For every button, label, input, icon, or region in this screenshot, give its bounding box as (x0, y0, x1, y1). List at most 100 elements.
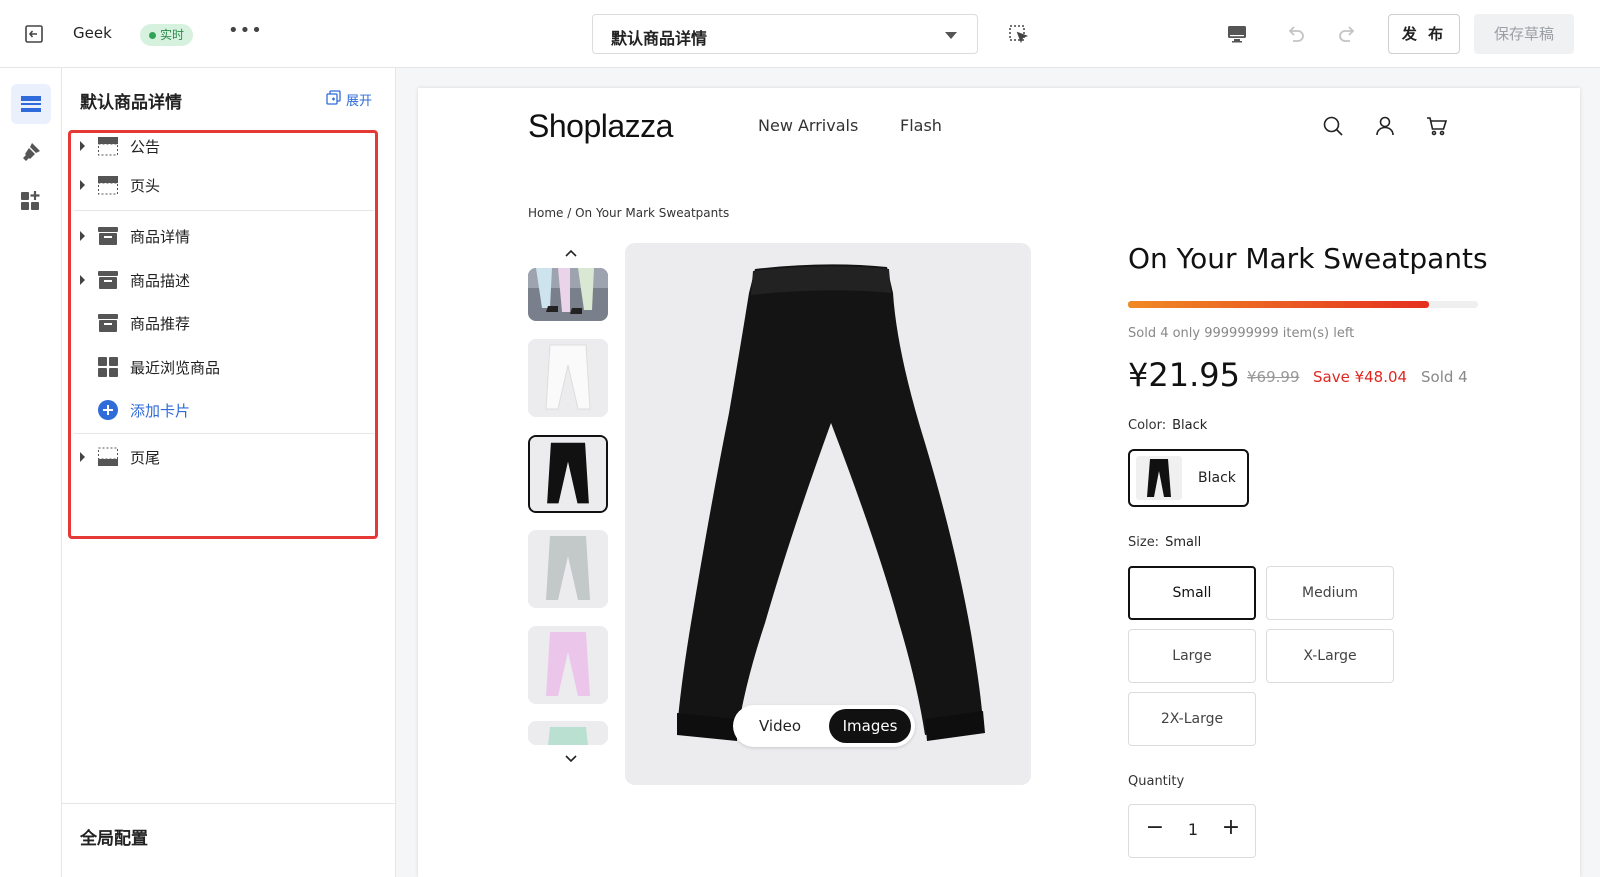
size-option-label: Size: Small (1128, 535, 1201, 550)
editor-icon-rail (0, 68, 62, 877)
product-price: ¥21.95 (1128, 356, 1240, 394)
product-main-image[interactable]: Video Images (625, 243, 1031, 785)
size-label: Size: (1128, 535, 1160, 550)
sales-progress-bar (1128, 301, 1478, 308)
store-logo[interactable]: Shoplazza (528, 108, 673, 145)
color-swatch-image (1136, 456, 1182, 500)
more-options-icon[interactable]: ••• (228, 20, 263, 41)
product-thumbnail[interactable] (528, 530, 608, 608)
cart-icon[interactable] (1425, 114, 1449, 138)
header-layout-icon (98, 176, 118, 195)
expand-arrow-icon[interactable] (80, 231, 85, 241)
account-icon[interactable] (1373, 114, 1397, 138)
element-picker-icon[interactable] (1006, 22, 1030, 46)
global-config-label: 全局配置 (80, 829, 148, 849)
expand-arrow-icon[interactable] (80, 141, 85, 151)
chevron-down-icon[interactable] (564, 754, 578, 764)
stock-text: Sold 4 only 999999999 item(s) left (1128, 326, 1355, 341)
nav-link-flash[interactable]: Flash (900, 116, 942, 135)
quantity-decrease-button[interactable]: − (1145, 815, 1165, 840)
media-toggle: Video Images (733, 705, 915, 747)
chevron-up-icon[interactable] (564, 248, 578, 258)
size-value: Small (1165, 535, 1202, 550)
video-toggle-button[interactable]: Video (739, 709, 821, 743)
quantity-label: Quantity (1128, 774, 1185, 789)
footer-layout-icon (98, 447, 118, 466)
section-label: 商品描述 (130, 272, 191, 290)
nav-link-new-arrivals[interactable]: New Arrivals (758, 116, 858, 135)
theme-style-brush-icon[interactable] (11, 132, 51, 172)
search-icon[interactable] (1321, 114, 1345, 138)
publish-button[interactable]: 发 布 (1388, 14, 1460, 54)
product-section-icon (98, 314, 118, 332)
section-row-product-recommendations[interactable]: 商品推荐 (74, 305, 374, 341)
section-label: 公告 (130, 138, 161, 156)
breadcrumb[interactable]: Home / On Your Mark Sweatpants (528, 206, 729, 220)
size-button-small[interactable]: Small (1128, 566, 1256, 620)
panel-title: 默认商品详情 (80, 93, 182, 113)
section-label: 页尾 (130, 449, 161, 467)
savings-text: Save ¥48.04 (1313, 368, 1408, 386)
product-thumbnail[interactable] (528, 721, 608, 745)
product-section-icon (98, 271, 118, 289)
product-thumbnail[interactable] (528, 626, 608, 704)
product-section-icon (98, 227, 118, 245)
product-thumbnail-selected[interactable] (528, 435, 608, 513)
images-toggle-button[interactable]: Images (829, 709, 911, 743)
color-swatch-black[interactable]: Black (1128, 449, 1249, 507)
template-select[interactable]: 默认商品详情 (592, 14, 978, 54)
section-row-recently-viewed[interactable]: 最近浏览商品 (74, 349, 374, 385)
compare-at-price: ¥69.99 (1247, 368, 1300, 386)
redo-icon[interactable] (1336, 22, 1360, 46)
add-card-button[interactable]: 添加卡片 (74, 392, 374, 428)
quantity-stepper: − 1 + (1128, 804, 1256, 858)
expand-icon (326, 90, 341, 105)
expand-all-button[interactable]: 展开 (326, 90, 372, 109)
store-name: Geek (73, 24, 112, 42)
quantity-value[interactable]: 1 (1183, 820, 1203, 839)
sweatpants-image (677, 264, 985, 741)
global-config-row[interactable]: 全局配置 (62, 803, 396, 877)
quantity-increase-button[interactable]: + (1221, 815, 1241, 840)
section-divider (74, 433, 374, 434)
section-row-announcement[interactable]: 公告 (74, 128, 374, 164)
announcement-layout-icon (98, 137, 118, 156)
color-swatch-label: Black (1198, 470, 1236, 486)
save-draft-button[interactable]: 保存草稿 (1474, 14, 1574, 54)
sold-count: Sold 4 (1421, 368, 1468, 386)
section-label: 商品详情 (130, 228, 191, 246)
size-button-large[interactable]: Large (1128, 629, 1256, 683)
section-label: 商品推荐 (130, 315, 191, 333)
undo-icon[interactable] (1283, 22, 1307, 46)
size-button-2x-large[interactable]: 2X-Large (1128, 692, 1256, 746)
grid-section-icon (98, 357, 118, 377)
template-select-value: 默认商品详情 (611, 29, 708, 48)
apps-add-icon[interactable] (11, 180, 51, 220)
sections-panel: 默认商品详情 展开 公告 页头 商品详情 商品描述 商品推荐 最近浏览商品 添加… (62, 68, 396, 877)
color-option-label: Color: Black (1128, 418, 1207, 433)
live-status-badge: 实时 (140, 24, 194, 46)
store-preview: Shoplazza New Arrivals Flash Home / On Y… (418, 88, 1580, 877)
product-thumbnail[interactable] (528, 339, 608, 417)
size-button-medium[interactable]: Medium (1266, 566, 1394, 620)
add-circle-icon (98, 400, 118, 420)
color-label: Color: (1128, 418, 1167, 433)
add-card-label: 添加卡片 (130, 402, 191, 420)
expand-arrow-icon[interactable] (80, 452, 85, 462)
size-button-x-large[interactable]: X-Large (1266, 629, 1394, 683)
expand-arrow-icon[interactable] (80, 180, 85, 190)
desktop-view-icon[interactable] (1225, 22, 1249, 46)
section-row-product-description[interactable]: 商品描述 (74, 262, 374, 298)
section-row-header[interactable]: 页头 (74, 167, 374, 203)
chevron-down-icon (945, 32, 957, 39)
section-label: 最近浏览商品 (130, 359, 221, 377)
expand-arrow-icon[interactable] (80, 275, 85, 285)
exit-editor-icon[interactable] (22, 22, 46, 46)
top-bar: Geek 实时 ••• 默认商品详情 发 布 保存草稿 (0, 0, 1600, 68)
product-title: On Your Mark Sweatpants (1128, 242, 1488, 275)
sections-tab-icon[interactable] (11, 84, 51, 124)
section-row-footer[interactable]: 页尾 (74, 439, 374, 475)
section-label: 页头 (130, 177, 161, 195)
product-thumbnail[interactable] (528, 268, 608, 321)
section-row-product-details[interactable]: 商品详情 (74, 218, 374, 254)
